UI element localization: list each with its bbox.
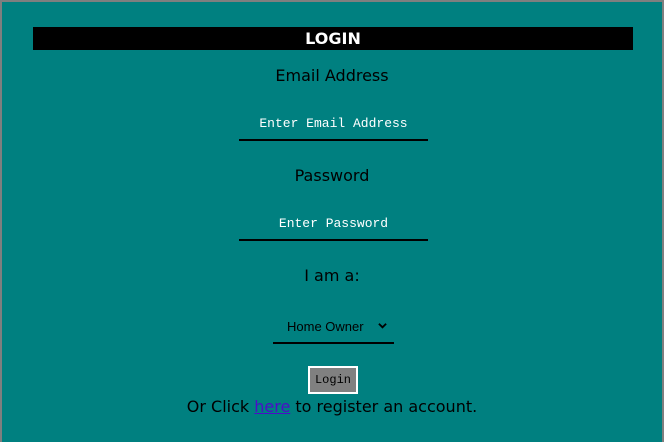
role-label: I am a: bbox=[304, 266, 360, 285]
login-page: LOGIN Email Address Password I am a: Hom… bbox=[0, 0, 664, 442]
password-label: Password bbox=[294, 166, 370, 185]
register-link[interactable]: here bbox=[254, 397, 290, 416]
role-select-value: Home Owner bbox=[287, 319, 364, 334]
chevron-down-icon bbox=[378, 323, 387, 329]
register-prompt: Or Click here to register an account. bbox=[2, 397, 662, 416]
page-title: LOGIN bbox=[33, 27, 633, 50]
register-prompt-prefix: Or Click bbox=[186, 397, 255, 416]
login-button[interactable]: Login bbox=[308, 366, 358, 394]
register-prompt-suffix: to register an account. bbox=[290, 397, 478, 416]
role-select[interactable]: Home Owner bbox=[273, 308, 394, 344]
email-label: Email Address bbox=[275, 66, 389, 85]
password-field[interactable] bbox=[239, 207, 428, 241]
email-field[interactable] bbox=[239, 107, 428, 141]
